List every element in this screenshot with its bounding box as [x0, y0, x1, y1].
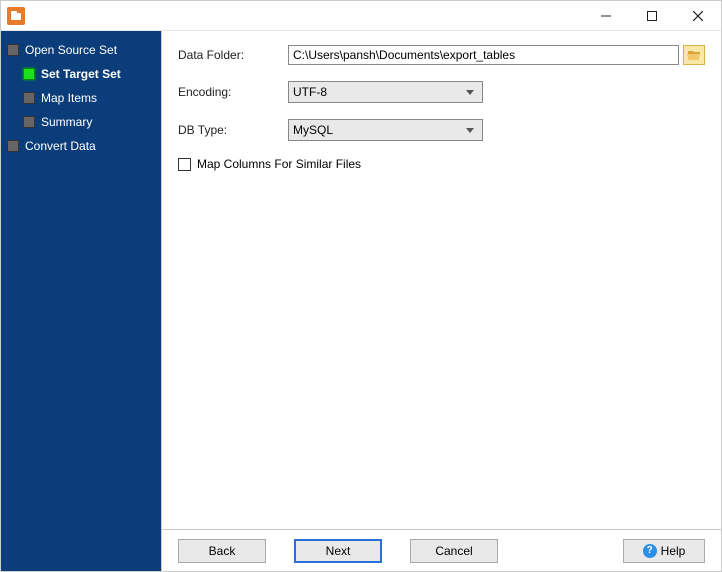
back-button[interactable]: Back: [178, 539, 266, 563]
step-bullet-icon: [7, 44, 19, 56]
encoding-row: Encoding: UTF-8: [178, 81, 705, 103]
map-columns-row: Map Columns For Similar Files: [178, 157, 705, 171]
step-map-items[interactable]: Map Items: [21, 87, 157, 109]
app-icon: [7, 7, 25, 25]
data-folder-input[interactable]: [288, 45, 679, 65]
main-area: Open Source Set Set Target Set Map Items…: [1, 31, 721, 571]
step-label: Convert Data: [25, 139, 96, 153]
help-label: Help: [661, 544, 686, 558]
content-panel: Data Folder: Encoding: UTF-8: [161, 31, 721, 571]
step-convert-data[interactable]: Convert Data: [5, 135, 157, 157]
help-icon: ?: [643, 544, 657, 558]
dbtype-select[interactable]: MySQL: [288, 119, 483, 141]
minimize-button[interactable]: [583, 1, 629, 31]
next-button[interactable]: Next: [294, 539, 382, 563]
step-label: Open Source Set: [25, 43, 117, 57]
cancel-button[interactable]: Cancel: [410, 539, 498, 563]
close-button[interactable]: [675, 1, 721, 31]
titlebar: [1, 1, 721, 31]
dbtype-label: DB Type:: [178, 123, 288, 137]
step-bullet-icon: [7, 140, 19, 152]
step-label: Map Items: [41, 91, 97, 105]
data-folder-label: Data Folder:: [178, 48, 288, 62]
wizard-window: Open Source Set Set Target Set Map Items…: [0, 0, 722, 572]
encoding-label: Encoding:: [178, 85, 288, 99]
dbtype-row: DB Type: MySQL: [178, 119, 705, 141]
help-button[interactable]: ? Help: [623, 539, 705, 563]
step-bullet-icon: [23, 116, 35, 128]
map-columns-label[interactable]: Map Columns For Similar Files: [197, 157, 361, 171]
step-bullet-icon: [23, 68, 35, 80]
form-area: Data Folder: Encoding: UTF-8: [162, 31, 721, 529]
step-label: Set Target Set: [41, 67, 121, 81]
encoding-value: UTF-8: [293, 85, 462, 99]
step-summary[interactable]: Summary: [21, 111, 157, 133]
maximize-button[interactable]: [629, 1, 675, 31]
encoding-select[interactable]: UTF-8: [288, 81, 483, 103]
folder-open-icon: [687, 49, 701, 61]
step-set-target-set[interactable]: Set Target Set: [21, 63, 157, 85]
step-open-source-set[interactable]: Open Source Set: [5, 39, 157, 61]
button-bar: Back Next Cancel ? Help: [162, 529, 721, 571]
step-bullet-icon: [23, 92, 35, 104]
step-label: Summary: [41, 115, 92, 129]
wizard-steps-sidebar: Open Source Set Set Target Set Map Items…: [1, 31, 161, 571]
dbtype-value: MySQL: [293, 123, 462, 137]
chevron-down-icon: [462, 90, 478, 95]
data-folder-row: Data Folder:: [178, 45, 705, 65]
chevron-down-icon: [462, 128, 478, 133]
map-columns-checkbox[interactable]: [178, 158, 191, 171]
browse-folder-button[interactable]: [683, 45, 705, 65]
